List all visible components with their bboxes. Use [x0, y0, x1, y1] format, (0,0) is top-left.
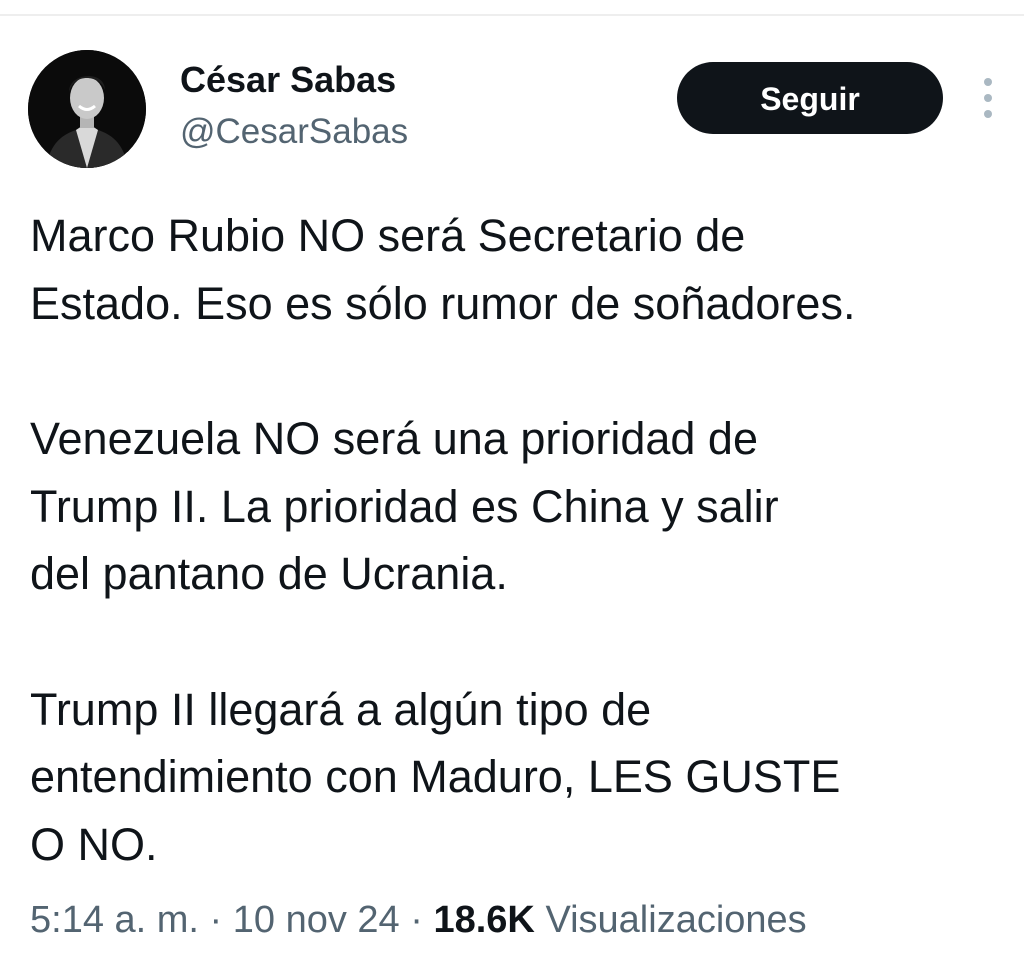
- tweet: César Sabas @CesarSabas Seguir Marco Rub…: [0, 0, 1024, 954]
- meta-separator: ·: [209, 899, 223, 941]
- follow-button[interactable]: Seguir: [677, 62, 943, 134]
- meta-separator: ·: [410, 899, 423, 941]
- author-handle[interactable]: @CesarSabas: [180, 110, 408, 154]
- views-count: 18.6K: [433, 899, 535, 941]
- tweet-time[interactable]: 5:14 a. m.: [30, 899, 199, 941]
- author-name[interactable]: César Sabas: [180, 58, 408, 102]
- author-info: César Sabas @CesarSabas: [180, 58, 408, 154]
- avatar[interactable]: [28, 50, 146, 168]
- more-vertical-icon[interactable]: [978, 78, 998, 120]
- views-label: Visualizaciones: [545, 899, 807, 941]
- tweet-date[interactable]: 10 nov 24: [233, 899, 400, 941]
- tweet-paragraph: Venezuela NO será una prioridad de Trump…: [30, 413, 779, 599]
- tweet-meta: 5:14 a. m. · 10 nov 24 · 18.6K Visualiza…: [30, 894, 807, 946]
- tweet-text: Marco Rubio NO será Secretario de Estado…: [30, 202, 1020, 878]
- tweet-paragraph: Trump II llegará a algún tipo de entendi…: [30, 683, 841, 870]
- tweet-paragraph: Marco Rubio NO será Secretario de Estado…: [30, 210, 856, 329]
